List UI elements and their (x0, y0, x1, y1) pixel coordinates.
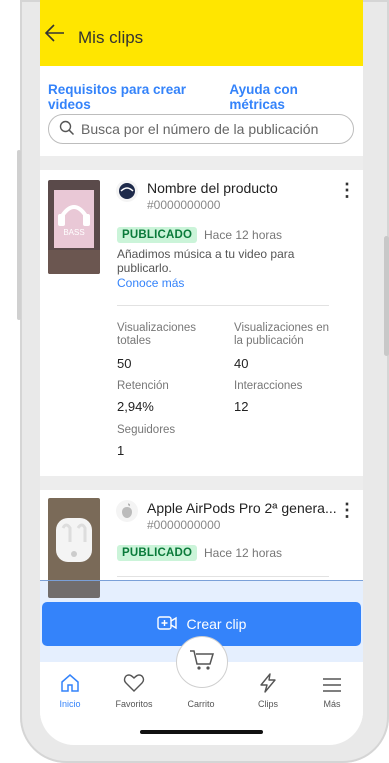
search-input[interactable]: Busca por el número de la publicación (48, 114, 354, 144)
status-badge: PUBLICADO (117, 545, 198, 561)
product-name: Apple AirPods Pro 2ª genera... (147, 500, 337, 516)
create-clip-label: Crear clip (186, 616, 247, 632)
section-divider (40, 476, 363, 490)
tab-favoritos[interactable]: Favoritos (104, 662, 164, 709)
tab-clips[interactable]: Clips (238, 662, 298, 709)
divider (117, 576, 329, 577)
interactions-value: 12 (234, 399, 249, 414)
home-icon (40, 668, 100, 694)
retention-label: Retención (117, 380, 169, 392)
menu-icon (302, 668, 362, 694)
brand-logo-icon (116, 180, 138, 202)
tab-label: Carrito (187, 699, 215, 709)
status-badge: PUBLICADO (117, 227, 198, 243)
help-links: Requisitos para crear videos Ayuda con m… (48, 82, 355, 112)
home-indicator (140, 730, 263, 734)
back-arrow-icon[interactable] (44, 22, 66, 48)
search-icon (49, 120, 81, 139)
side-button-left (17, 150, 21, 320)
tab-mas[interactable]: Más (302, 662, 362, 709)
publication-number: #0000000000 (147, 198, 221, 212)
followers-label: Seguidores (117, 424, 176, 436)
clip-time: Hace 12 horas (204, 546, 283, 560)
clip-time: Hace 12 horas (204, 228, 283, 242)
views-total-label: Visualizaciones totales (117, 322, 197, 347)
divider (117, 305, 329, 306)
more-options-icon[interactable]: ⋮ (338, 180, 356, 201)
interactions-label: Interacciones (234, 380, 303, 392)
requirements-link[interactable]: Requisitos para crear videos (48, 82, 229, 112)
bottom-tab-bar: Inicio Favoritos Carrito Clips Más (40, 636, 363, 722)
tab-label: Inicio (59, 699, 81, 709)
followers-value: 1 (117, 443, 125, 458)
clip-thumbnail[interactable]: BASS (48, 180, 100, 274)
header-bar: Mis clips (40, 0, 363, 66)
section-divider (40, 156, 363, 170)
clip-card: BASS Nombre del producto #0000000000 ⋮ P… (40, 170, 363, 475)
views-total-value: 50 (117, 356, 132, 371)
svg-text:BASS: BASS (63, 228, 84, 237)
tab-label: Más (323, 699, 341, 709)
metrics-help-link[interactable]: Ayuda con métricas (229, 82, 355, 112)
retention-value: 2,94% (117, 399, 154, 414)
side-button (384, 236, 389, 356)
app-screen: Mis clips Requisitos para crear videos A… (40, 0, 363, 745)
heart-icon (104, 668, 164, 694)
cart-tab-spacer (171, 668, 231, 694)
publication-number: #0000000000 (147, 518, 221, 532)
add-video-icon (156, 615, 187, 634)
page-title: Mis clips (78, 28, 144, 47)
more-options-icon[interactable]: ⋮ (338, 500, 356, 521)
tab-inicio[interactable]: Inicio (40, 662, 100, 709)
apple-logo-icon (116, 500, 138, 522)
tab-carrito[interactable]: Carrito (171, 662, 231, 709)
clip-note: Añadimos música a tu video para publicar… (117, 247, 295, 275)
tab-label: Clips (257, 699, 278, 709)
tab-label: Favoritos (115, 699, 153, 709)
learn-more-link[interactable]: Conoce más (117, 276, 184, 290)
search-placeholder: Busca por el número de la publicación (81, 121, 319, 137)
bolt-icon (238, 668, 298, 694)
product-name: Nombre del producto (147, 180, 278, 196)
views-pub-value: 40 (234, 356, 249, 371)
views-pub-label: Visualizaciones en la publicación (234, 322, 330, 347)
